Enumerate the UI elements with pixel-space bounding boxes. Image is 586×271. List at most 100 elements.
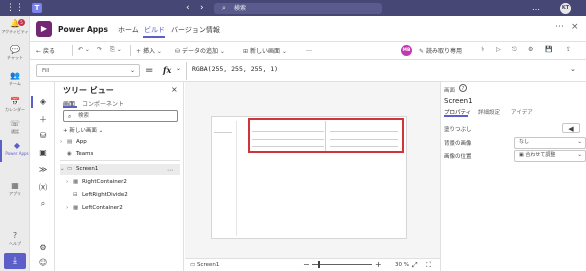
tab-components[interactable]: コンポーネント bbox=[82, 99, 124, 108]
global-search-input[interactable]: ⌕ 検索 bbox=[214, 3, 382, 14]
image-position-value: 合わせて調整 bbox=[525, 152, 556, 158]
redo-button[interactable]: ↷ bbox=[97, 46, 102, 53]
help-icon[interactable]: ? bbox=[459, 84, 467, 92]
tree-item-label: LeftContainer2 bbox=[82, 205, 123, 211]
settings-button[interactable]: ⚙ bbox=[528, 46, 533, 53]
new-screen-button-label: 新しい画面 bbox=[249, 48, 280, 55]
tree-search-input[interactable]: ⌕ 検索 bbox=[63, 110, 178, 122]
back-button[interactable]: ← 戻る bbox=[36, 46, 55, 55]
media-icon[interactable]: ▣ bbox=[37, 148, 49, 157]
insert-button-label: 挿入 bbox=[142, 48, 155, 55]
share-icon: ⎋ bbox=[512, 46, 517, 53]
insert-button[interactable]: + 挿入 ⌄ bbox=[136, 46, 162, 55]
close-icon[interactable]: × bbox=[571, 22, 579, 32]
checker-button[interactable]: ⚕ bbox=[481, 46, 484, 53]
more-options-icon[interactable]: ⋯ bbox=[555, 22, 564, 32]
toolbar-more-button[interactable]: … bbox=[306, 46, 312, 53]
redo-icon: ↷ bbox=[97, 46, 103, 53]
background-image-dropdown[interactable]: なし ⌄ bbox=[514, 137, 586, 149]
tree-item-leftrightdivide2[interactable]: ⊟ LeftRightDivide2 bbox=[66, 190, 186, 201]
gear-icon: ⚙ bbox=[528, 46, 534, 53]
rail-item-powerapps[interactable]: ◆ Power Apps bbox=[0, 140, 32, 162]
fit-to-window-icon[interactable]: ⤢ bbox=[412, 261, 418, 270]
tree-item-app[interactable]: › ▤ App bbox=[60, 137, 180, 148]
selected-control-name: Screen1 bbox=[444, 97, 473, 105]
tab-build[interactable]: ビルド bbox=[144, 25, 165, 35]
rail-item-calendar[interactable]: 📅 カレンダー bbox=[0, 96, 30, 118]
current-screen-button[interactable]: ▭ Screen1 bbox=[190, 262, 219, 268]
formula-input[interactable]: RGBA(255, 255, 255, 1) bbox=[192, 65, 278, 73]
tab-advanced[interactable]: 詳細設定 bbox=[478, 108, 500, 116]
rail-item-teams[interactable]: 👥 チーム bbox=[0, 70, 30, 92]
add-screen-button[interactable]: + 新しい画面 ⌄ bbox=[63, 126, 103, 134]
chevron-down-icon: ⌄ bbox=[577, 139, 582, 145]
user-avatar[interactable]: KT bbox=[560, 3, 571, 14]
calendar-icon: 📅 bbox=[10, 97, 20, 106]
publish-button[interactable]: ⇪ bbox=[566, 46, 571, 53]
new-screen-icon: ⊞ bbox=[243, 48, 250, 55]
rail-item-chat[interactable]: 💬 チャット bbox=[0, 44, 30, 66]
function-icon[interactable]: fx bbox=[163, 64, 171, 77]
tree-item-screen1[interactable]: ⌄ ▭ Screen1 bbox=[60, 164, 180, 175]
background-image-label: 背景の画像 bbox=[444, 141, 472, 147]
toolbar-divider bbox=[72, 45, 73, 56]
search-icon[interactable]: ⌕ bbox=[37, 199, 49, 209]
tree-item-teams[interactable]: ◉ Teams bbox=[60, 149, 180, 160]
fill-color-picker[interactable]: ◀ bbox=[562, 123, 580, 133]
more-options-icon[interactable]: … bbox=[532, 2, 540, 14]
tree-item-leftcontainer2[interactable]: › ▦ LeftContainer2 bbox=[66, 203, 186, 214]
property-dropdown-value: Fill bbox=[42, 68, 50, 74]
chevron-down-icon[interactable]: ⌄ bbox=[176, 65, 181, 72]
power-automate-icon[interactable]: ≫ bbox=[37, 165, 49, 174]
search-icon: ⌕ bbox=[68, 113, 72, 120]
read-only-button[interactable]: ✎ 読み取り専用 bbox=[419, 46, 462, 55]
copy-button[interactable]: ⎘ ⌄ bbox=[110, 46, 122, 54]
new-screen-button[interactable]: ⊞ 新しい画面 ⌄ bbox=[243, 46, 287, 55]
zoom-out-button[interactable]: − bbox=[303, 260, 310, 269]
insert-icon[interactable]: ＋ bbox=[37, 114, 49, 125]
coauthor-avatar[interactable]: MB bbox=[401, 45, 412, 56]
property-dropdown[interactable]: Fill ⌄ bbox=[36, 64, 140, 77]
zoom-slider[interactable] bbox=[312, 264, 372, 265]
app-launcher-icon[interactable]: ⋮⋮ bbox=[6, 3, 24, 13]
save-icon: 💾 bbox=[545, 46, 553, 53]
nav-back-icon[interactable]: ‹ bbox=[186, 3, 190, 13]
rail-item-activity[interactable]: 🔔 アクティビティ bbox=[0, 18, 30, 40]
add-data-button[interactable]: ⛁ データの追加 ⌄ bbox=[175, 46, 225, 55]
zoom-slider-thumb[interactable] bbox=[318, 261, 320, 268]
current-screen-label: Screen1 bbox=[196, 262, 220, 268]
tab-ideas[interactable]: アイデア bbox=[511, 108, 533, 116]
preview-button[interactable]: ▷ bbox=[496, 46, 501, 53]
rail-item-label: チャット bbox=[7, 55, 23, 60]
settings-icon[interactable]: ⚙ bbox=[37, 243, 49, 252]
nav-forward-icon[interactable]: › bbox=[200, 3, 204, 13]
download-icon[interactable]: ⤓ bbox=[4, 253, 26, 269]
tab-version-info[interactable]: バージョン情報 bbox=[171, 25, 220, 35]
share-button[interactable]: ⎋ bbox=[512, 46, 517, 54]
more-options-icon[interactable]: ⋯ bbox=[167, 167, 173, 174]
tree-item-label: Teams bbox=[76, 151, 94, 157]
app-header bbox=[30, 16, 586, 42]
expand-formula-icon[interactable]: ⌄ bbox=[570, 65, 576, 73]
image-position-dropdown[interactable]: ▣ 合わせて調整 ⌄ bbox=[514, 150, 586, 162]
undo-button[interactable]: ↶ ⌄ bbox=[78, 46, 90, 53]
rail-item-help[interactable]: ? ヘルプ bbox=[0, 230, 30, 252]
properties-kind: 画面 bbox=[444, 88, 456, 94]
rail-item-apps[interactable]: ▦ アプリ bbox=[0, 180, 30, 202]
rail-item-calls[interactable]: ☏ 通話 bbox=[0, 118, 30, 140]
layers-icon[interactable]: ◈ bbox=[37, 97, 49, 106]
rail-item-label: アプリ bbox=[9, 191, 21, 196]
tree-item-label: RightContainer2 bbox=[82, 179, 127, 185]
activity-badge: 5 bbox=[18, 19, 25, 26]
data-icon[interactable]: ⛁ bbox=[37, 131, 49, 140]
account-icon[interactable]: ☺ bbox=[37, 258, 49, 267]
close-icon[interactable]: × bbox=[171, 85, 178, 94]
variables-icon[interactable]: ⒳ bbox=[37, 182, 49, 193]
tree-item-rightcontainer2[interactable]: › ▦ RightContainer2 bbox=[66, 177, 186, 188]
search-icon: ⌕ bbox=[222, 4, 226, 12]
chevron-down-icon: ⌄ bbox=[96, 128, 104, 134]
zoom-in-button[interactable]: + bbox=[375, 260, 382, 269]
tab-home[interactable]: ホーム bbox=[118, 25, 139, 35]
fullscreen-icon[interactable]: ⛶ bbox=[426, 261, 431, 270]
save-button[interactable]: 💾 bbox=[545, 46, 552, 53]
